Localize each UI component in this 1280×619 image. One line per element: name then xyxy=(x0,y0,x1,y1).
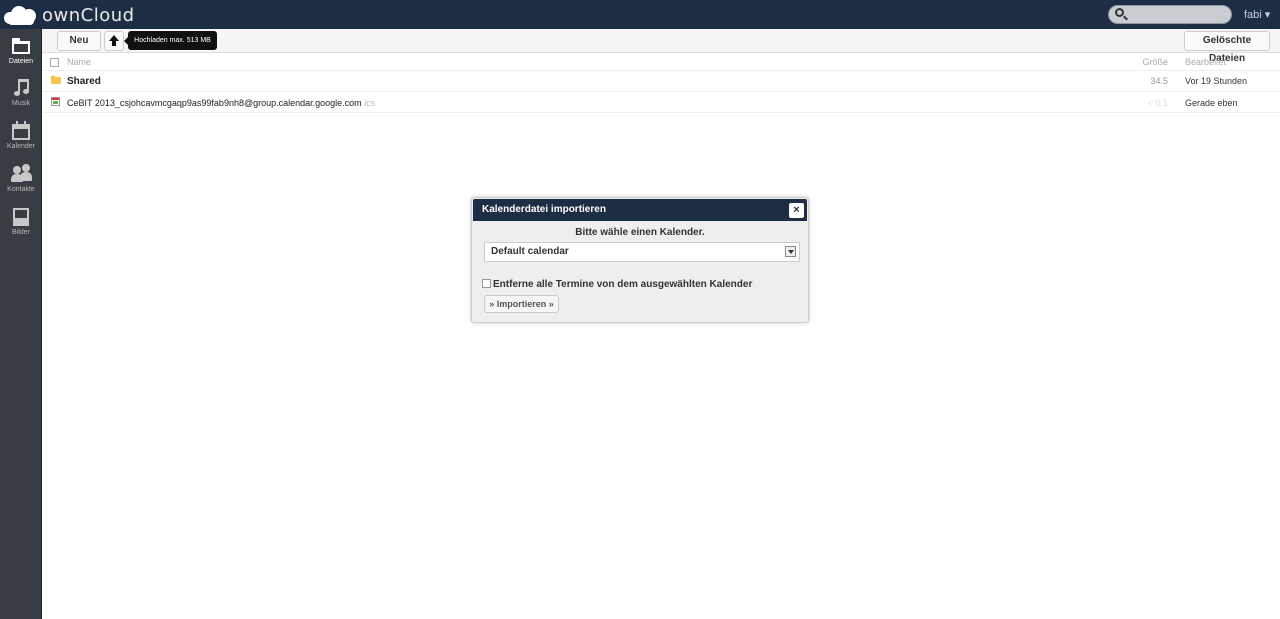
file-size: 34.5 xyxy=(1150,76,1168,86)
table-header: Name Größe Bearbeitet xyxy=(42,53,1280,71)
nav-label: Bilder xyxy=(12,229,30,236)
nav-item-music[interactable]: Musik xyxy=(0,78,42,107)
import-button[interactable]: » Importieren » xyxy=(484,295,559,313)
upload-button[interactable] xyxy=(104,31,124,51)
nav-item-pictures[interactable]: Bilder xyxy=(0,207,42,236)
new-button[interactable]: Neu xyxy=(57,31,101,51)
upload-tooltip: Hochladen max. 513 MB xyxy=(124,31,217,50)
file-controls: Neu Gelöschte Dateien xyxy=(42,29,1280,64)
app-navigation: Dateien Musik Kalender Kontakte Bilder xyxy=(0,29,42,619)
file-extension: ics xyxy=(364,98,376,108)
close-icon[interactable]: × xyxy=(789,203,804,218)
folder-icon xyxy=(51,76,61,84)
upload-icon xyxy=(109,35,119,47)
search-input[interactable] xyxy=(1129,7,1229,22)
selected-calendar: Default calendar xyxy=(491,246,569,257)
select-all-checkbox[interactable] xyxy=(50,58,59,67)
nav-item-contacts[interactable]: Kontakte xyxy=(0,164,42,193)
remove-events-checkbox[interactable] xyxy=(482,279,491,288)
music-icon xyxy=(11,78,31,98)
file-name-row[interactable]: CeBIT 2013_csjohcavmcgaqp9as99fab9nh8@gr… xyxy=(67,98,375,108)
chevron-down-icon[interactable] xyxy=(785,246,796,257)
file-modified: Gerade eben xyxy=(1185,98,1238,108)
file-size: < 0.1 xyxy=(1147,98,1168,108)
picture-icon xyxy=(11,207,31,227)
dialog-title: Kalenderdatei importieren xyxy=(473,199,807,221)
user-menu[interactable]: fabi ▾ xyxy=(1244,8,1270,21)
calendar-file-icon xyxy=(51,97,60,106)
search-box[interactable] xyxy=(1108,5,1232,24)
cloud-icon xyxy=(4,4,40,26)
logo-text: ownCloud xyxy=(42,4,135,26)
nav-label: Kontakte xyxy=(7,186,35,193)
column-name[interactable]: Name xyxy=(67,57,91,67)
nav-item-files[interactable]: Dateien xyxy=(0,36,42,65)
nav-label: Musik xyxy=(11,100,31,107)
calendar-select[interactable]: Default calendar xyxy=(484,242,800,262)
nav-label: Dateien xyxy=(8,58,34,65)
file-name[interactable]: CeBIT 2013_csjohcavmcgaqp9as99fab9nh8@gr… xyxy=(67,98,362,108)
search-icon xyxy=(1115,8,1124,17)
folder-icon xyxy=(11,36,31,56)
file-name[interactable]: Shared xyxy=(67,76,101,87)
contacts-icon xyxy=(11,164,32,184)
column-modified[interactable]: Bearbeitet xyxy=(1185,57,1226,67)
table-row[interactable]: Shared 34.5 Vor 19 Stunden xyxy=(42,71,1280,92)
column-size[interactable]: Größe xyxy=(1132,57,1168,67)
owncloud-logo[interactable]: ownCloud xyxy=(4,3,135,27)
nav-item-calendar[interactable]: Kalender xyxy=(0,121,42,150)
remove-events-label[interactable]: Entferne alle Termine von dem ausgewählt… xyxy=(493,279,752,290)
table-row[interactable]: CeBIT 2013_csjohcavmcgaqp9as99fab9nh8@gr… xyxy=(42,92,1280,113)
deleted-files-button[interactable]: Gelöschte Dateien xyxy=(1184,31,1270,64)
import-dialog: Kalenderdatei importieren × Bitte wähle … xyxy=(471,197,809,323)
header: ownCloud fabi ▾ xyxy=(0,0,1280,29)
nav-label: Kalender xyxy=(6,143,36,150)
dialog-prompt: Bitte wähle einen Kalender. xyxy=(575,227,705,238)
calendar-icon xyxy=(11,121,31,141)
file-modified: Vor 19 Stunden xyxy=(1185,76,1248,86)
